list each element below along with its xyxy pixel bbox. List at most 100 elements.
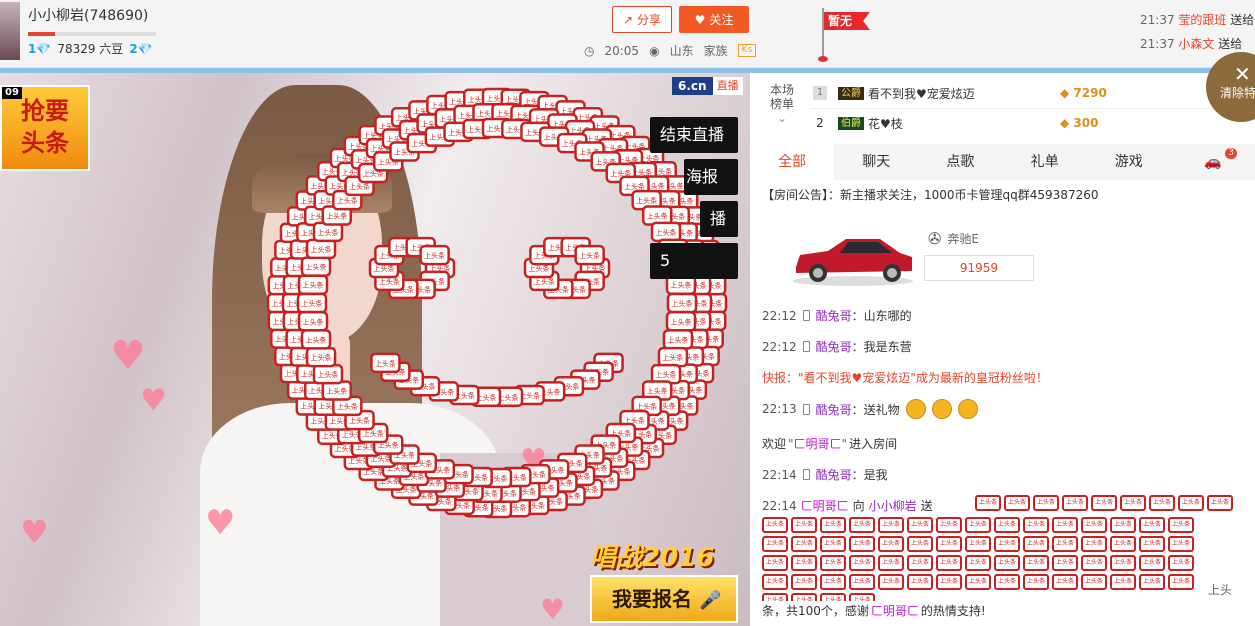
gift-tag-icon: 上头条 bbox=[878, 536, 904, 552]
svg-text:上头条: 上头条 bbox=[303, 317, 324, 326]
heart-effect: ♥ bbox=[110, 333, 146, 379]
tab-car[interactable]: 🚗 3 bbox=[1171, 144, 1255, 180]
family-tag[interactable]: Ks bbox=[737, 44, 757, 57]
signup-button[interactable]: 我要报名 🎤 bbox=[590, 575, 738, 623]
live-time: 20:05 bbox=[604, 43, 640, 58]
kiss-emoji-icon bbox=[957, 399, 978, 419]
svg-text:上头条: 上头条 bbox=[656, 370, 677, 379]
tab-chat[interactable]: 聊天 bbox=[834, 144, 918, 180]
gift-tag-icon: 上头条 bbox=[650, 221, 682, 243]
gift-icons-grid: 上头条 上头条 上头条 上头条 上头条 上头条 上头条 上头条 上头条 上头条 上头条 上头条 上头条上… bbox=[762, 517, 1202, 601]
rank-row[interactable]: 2 伯爵 花♥枝 ◆ 300 bbox=[810, 108, 1255, 138]
car-count-badge: 3 bbox=[1225, 148, 1238, 159]
car-icon: 🚗 bbox=[1204, 154, 1222, 170]
gift-tag-icon: 上头条 bbox=[965, 517, 991, 533]
host-avatar[interactable] bbox=[0, 2, 20, 60]
rank-row[interactable]: 1 公爵 看不到我♥宠爱炫迈 ◆ 7290 bbox=[810, 78, 1255, 108]
chat-user[interactable]: 酷兔哥 bbox=[816, 401, 852, 418]
gift-tag-icon: 上头条 bbox=[994, 574, 1020, 590]
share-button[interactable]: ↗ 分享 bbox=[612, 6, 672, 33]
svg-text:上头条: 上头条 bbox=[636, 196, 657, 205]
gift-tag-icon: 上头条 bbox=[1023, 536, 1049, 552]
gift-tag-icon: 上头条 bbox=[297, 311, 329, 332]
gift-tag-icon: 上头条 bbox=[1168, 517, 1194, 533]
tab-games[interactable]: 游戏 bbox=[1087, 144, 1171, 180]
chat-user[interactable]: 酷兔哥 bbox=[816, 307, 852, 324]
end-live-button[interactable]: 结束直播 bbox=[650, 117, 738, 153]
microphone-icon: 🎤 bbox=[698, 590, 722, 611]
gift-tag-icon: 上头条 bbox=[297, 274, 329, 295]
gift-tag-icon: 上头条 bbox=[312, 363, 344, 385]
svg-text:上头条: 上头条 bbox=[311, 245, 332, 254]
broadcast-button[interactable]: 播 bbox=[700, 201, 738, 237]
chat-user[interactable]: ㄈ明哥ㄈ bbox=[801, 497, 849, 514]
chat-user[interactable]: "ㄈ明哥ㄈ" bbox=[788, 435, 847, 452]
gift-tag-icon: 上头条 bbox=[907, 517, 933, 533]
svg-text:上头条: 上头条 bbox=[317, 228, 338, 237]
chat-user[interactable]: 酷兔哥 bbox=[816, 466, 852, 483]
gift-tag-icon: 上头条 bbox=[849, 536, 875, 552]
gift-tag-icon: 上头条 bbox=[820, 517, 846, 533]
svg-text:上头条: 上头条 bbox=[647, 387, 668, 396]
gift-tag-icon: 上头条 bbox=[1168, 555, 1194, 571]
svg-text:上头条: 上头条 bbox=[670, 317, 691, 326]
guard-flag[interactable]: 暂无 bbox=[824, 12, 870, 30]
poster-button[interactable]: 海报 bbox=[684, 159, 738, 195]
gift-tag-icon: 上头条 bbox=[849, 555, 875, 571]
svg-text:上头条: 上头条 bbox=[656, 228, 677, 237]
gift-tag-icon: 上头条 bbox=[762, 517, 788, 533]
chat-user[interactable]: 小小柳岩 bbox=[869, 497, 917, 514]
gift-tag-icon: 上头条 bbox=[1110, 574, 1136, 590]
gift-tag-icon: 上头条 bbox=[305, 238, 337, 260]
host-name[interactable]: 小小柳岩 bbox=[28, 8, 84, 24]
promo-line1: 抢要 bbox=[21, 97, 69, 125]
gift-tag-icon: 上头条 bbox=[1023, 517, 1049, 533]
headline-promo-banner[interactable]: 09 抢要 头条 bbox=[0, 85, 90, 171]
gift-tag-icon: 上头条 bbox=[1023, 555, 1049, 571]
chat-user[interactable]: ㄈ明哥ㄈ bbox=[871, 602, 919, 619]
gift-tag-icon: 上头条 bbox=[1110, 555, 1136, 571]
gift-tag-icon: 上头条 bbox=[1004, 495, 1030, 511]
svg-text:上头条: 上头条 bbox=[534, 277, 555, 286]
svg-text:上头条: 上头条 bbox=[317, 370, 338, 379]
live-badge: 直播 bbox=[712, 77, 743, 95]
tab-song[interactable]: 点歌 bbox=[918, 144, 1002, 180]
svg-text:上头条: 上头条 bbox=[302, 299, 323, 308]
chat-message: 22:13 酷兔哥 ：送礼物 bbox=[762, 399, 978, 419]
svg-text:上头条: 上头条 bbox=[667, 335, 688, 344]
chat-message: 22:14 酷兔哥 ：是我 bbox=[762, 466, 888, 483]
chat-tabs: 全部 聊天 点歌 礼单 游戏 🚗 3 bbox=[750, 144, 1255, 180]
gift-tag-icon: 上头条 bbox=[1052, 517, 1078, 533]
gift-tag-icon: 上头条 bbox=[907, 536, 933, 552]
share-icon: ↗ bbox=[622, 12, 634, 27]
bean-count: 78329 六豆 bbox=[57, 42, 124, 56]
gift-tag-icon: 上头条 bbox=[300, 256, 332, 277]
follow-button[interactable]: ♥ 关注 bbox=[679, 6, 749, 33]
sing-battle-title: 唱战2016 bbox=[590, 543, 715, 573]
gift-tag-icon: 上头条 bbox=[907, 574, 933, 590]
site-logo: 6.cn bbox=[672, 77, 713, 95]
gift-tag-icon: 上头条 bbox=[791, 536, 817, 552]
host-level-progress bbox=[28, 32, 156, 36]
gift-tag-icon: 上头条 bbox=[878, 574, 904, 590]
heart-effect: ♥ bbox=[20, 513, 49, 551]
heart-effect: ♥ bbox=[140, 383, 167, 418]
gift-tag-icon: 上头条 bbox=[657, 346, 689, 368]
diamond-next-level-icon: 2💎 bbox=[129, 41, 153, 56]
svg-text:上头条: 上头条 bbox=[529, 264, 550, 273]
flag-base bbox=[818, 56, 828, 62]
gift-tag-icon: 上头条 bbox=[936, 555, 962, 571]
tab-gift-list[interactable]: 礼单 bbox=[1003, 144, 1087, 180]
chevron-down-icon[interactable]: ⌄ bbox=[764, 111, 800, 125]
phone-icon bbox=[802, 403, 810, 415]
svg-text:上头条: 上头条 bbox=[647, 212, 668, 221]
gift-tag-icon: 上头条 bbox=[1023, 574, 1049, 590]
tab-all[interactable]: 全部 bbox=[750, 144, 835, 180]
video-control-button[interactable]: 5 bbox=[650, 243, 738, 279]
gift-tag-icon: 上头条 bbox=[1062, 495, 1088, 511]
phone-icon bbox=[802, 310, 810, 321]
video-stream[interactable]: ♥ ♥ ♥ ♥ ♥ ♥ 上头条 上头条 上头条 上头条 上头条 上头条 上头条 上头条 上头条上… bbox=[0, 73, 750, 626]
gift-tag-icon: 上头条 bbox=[1149, 495, 1175, 511]
chat-user[interactable]: 酷兔哥 bbox=[816, 338, 852, 355]
gift-tag-icon: 上头条 bbox=[1033, 495, 1059, 511]
